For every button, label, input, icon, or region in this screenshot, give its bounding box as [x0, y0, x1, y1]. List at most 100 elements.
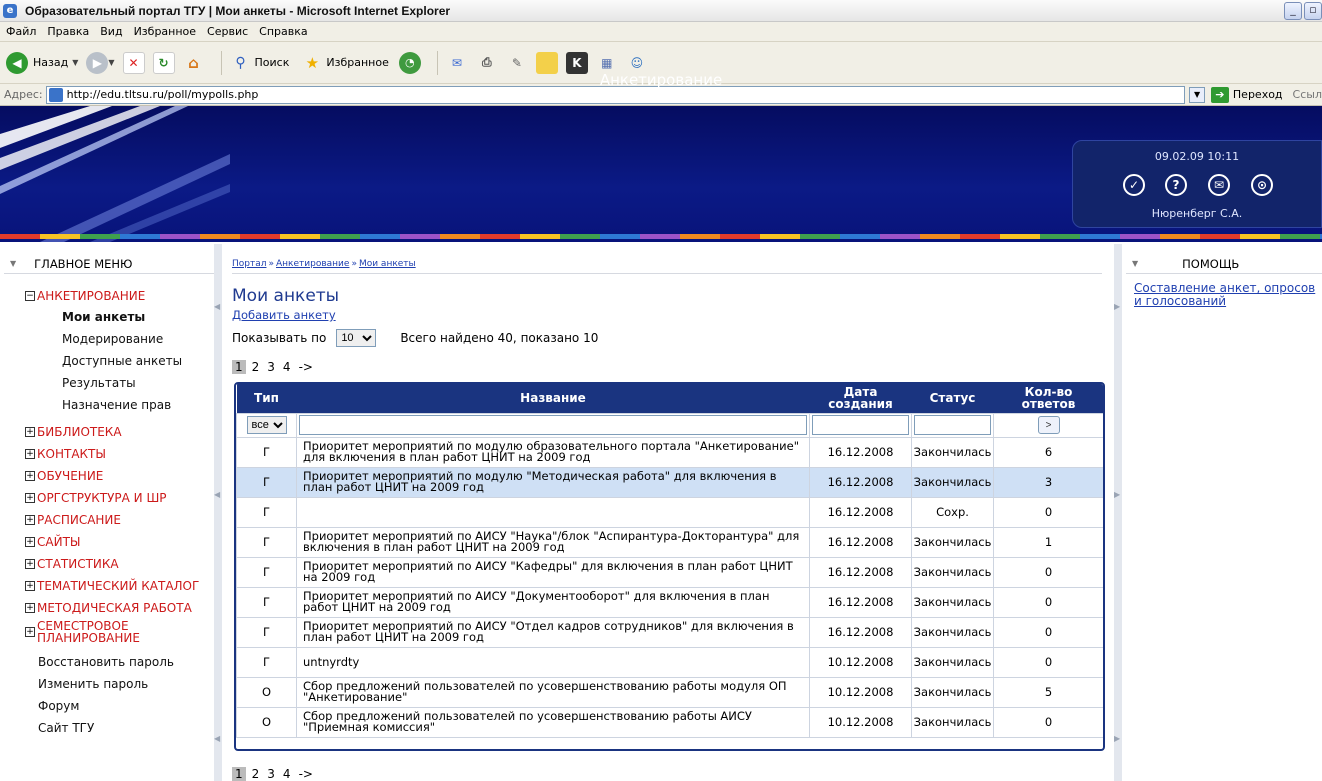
collapse-left-icon[interactable]: ◀	[214, 302, 220, 311]
menu-help[interactable]: Справка	[259, 25, 307, 38]
favorites-button-label[interactable]: Избранное	[326, 56, 388, 69]
lock-icon[interactable]: ⊙	[1251, 174, 1273, 196]
page-next[interactable]: ->	[299, 767, 313, 781]
link-restore-password[interactable]: Восстановить пароль	[38, 655, 174, 669]
table-row[interactable]: Г Приоритет мероприятий по модулю "Метод…	[236, 466, 1103, 498]
row-name[interactable]: Приоритет мероприятий по АИСУ "Отдел кад…	[296, 616, 810, 648]
table-row[interactable]: О Сбор предложений пользователей по усов…	[236, 706, 1103, 738]
expand-box-icon[interactable]: +	[25, 581, 35, 591]
column-created[interactable]: Дата создания	[809, 384, 912, 413]
page-next[interactable]: ->	[299, 360, 313, 374]
expand-box-icon[interactable]: +	[25, 603, 35, 613]
row-name[interactable]: Приоритет мероприятий по модулю "Методич…	[296, 466, 810, 498]
menu-item-moderation[interactable]: Модерирование	[62, 332, 163, 346]
collapse-right-icon[interactable]: ▶	[1114, 302, 1120, 311]
status-filter-input[interactable]	[914, 415, 991, 435]
link-university-site[interactable]: Сайт ТГУ	[38, 721, 94, 735]
table-row[interactable]: Г Приоритет мероприятий по АИСУ "Наука"/…	[236, 526, 1103, 558]
row-name[interactable]: Сбор предложений пользователей по усовер…	[296, 706, 810, 738]
per-page-select[interactable]: 10	[336, 329, 377, 347]
links-label[interactable]: Ссыл	[1293, 88, 1322, 101]
menu-section-schedule[interactable]: + РАСПИСАНИЕ	[25, 513, 121, 527]
link-forum[interactable]: Форум	[38, 699, 79, 713]
menu-item-my-polls[interactable]: Мои анкеты	[62, 310, 145, 324]
table-row[interactable]: Г Приоритет мероприятий по АИСУ "Докумен…	[236, 586, 1103, 618]
help-link-poll-creation[interactable]: Составление анкет, опросов и голосований	[1134, 282, 1322, 308]
page-2[interactable]: 2	[252, 360, 260, 374]
forward-dropdown-icon[interactable]: ▼	[108, 58, 114, 67]
help-icon[interactable]: ?	[1165, 174, 1187, 196]
column-status[interactable]: Статус	[911, 384, 994, 413]
menu-section-polls[interactable]: − АНКЕТИРОВАНИЕ	[25, 289, 145, 303]
collapse-icon[interactable]: ▼	[1132, 259, 1138, 268]
expand-box-icon[interactable]: +	[25, 427, 35, 437]
menu-section-education[interactable]: + ОБУЧЕНИЕ	[25, 469, 103, 483]
breadcrumb-portal[interactable]: Портал	[232, 259, 267, 269]
menu-item-available-polls[interactable]: Доступные анкеты	[62, 354, 182, 368]
menu-favorites[interactable]: Избранное	[134, 25, 196, 38]
menu-item-rights[interactable]: Назначение прав	[62, 398, 171, 412]
page-4[interactable]: 4	[283, 767, 291, 781]
collapse-right-icon[interactable]: ▶	[1114, 734, 1120, 743]
menu-section-semester-planning[interactable]: + СЕМЕСТРОВОЕ ПЛАНИРОВАНИЕ	[25, 620, 140, 644]
column-answers[interactable]: Кол-во ответов	[993, 384, 1103, 413]
expand-box-icon[interactable]: +	[25, 493, 35, 503]
breadcrumb-polls[interactable]: Анкетирование	[276, 259, 349, 269]
mail-icon[interactable]: ✉	[1208, 174, 1230, 196]
row-name[interactable]: Приоритет мероприятий по АИСУ "Наука"/бл…	[296, 526, 810, 558]
help-panel-header[interactable]: ▼ ПОМОЩЬ	[1126, 254, 1322, 274]
page-4[interactable]: 4	[283, 360, 291, 374]
menu-edit[interactable]: Правка	[47, 25, 89, 38]
page-1[interactable]: 1	[232, 767, 246, 781]
menu-section-methodical[interactable]: + МЕТОДИЧЕСКАЯ РАБОТА	[25, 601, 192, 615]
row-name[interactable]	[296, 496, 810, 528]
row-name[interactable]: Приоритет мероприятий по АИСУ "Кафедры" …	[296, 556, 810, 588]
breadcrumb-current[interactable]: Мои анкеты	[359, 259, 416, 269]
left-splitter[interactable]: ◀ ◀ ◀	[214, 244, 222, 781]
menu-view[interactable]: Вид	[100, 25, 122, 38]
link-change-password[interactable]: Изменить пароль	[38, 677, 148, 691]
row-name[interactable]: Приоритет мероприятий по модулю образова…	[296, 436, 810, 468]
expand-box-icon[interactable]: +	[25, 537, 35, 547]
collapse-left-icon[interactable]: ◀	[214, 490, 220, 499]
menu-section-catalog[interactable]: + ТЕМАТИЧЕСКИЙ КАТАЛОГ	[25, 579, 199, 593]
table-row[interactable]: Г untnyrdty 10.12.2008 Закончилась 0	[236, 646, 1103, 678]
collapse-right-icon[interactable]: ▶	[1114, 490, 1120, 499]
name-filter-input[interactable]	[299, 415, 807, 435]
check-icon[interactable]: ✓	[1123, 174, 1145, 196]
search-button-label[interactable]: Поиск	[255, 56, 290, 69]
back-button-label[interactable]: Назад	[33, 56, 68, 69]
collapse-left-icon[interactable]: ◀	[214, 734, 220, 743]
main-menu-header[interactable]: ▼ ГЛАВНОЕ МЕНЮ	[4, 254, 214, 274]
table-row[interactable]: Г 16.12.2008 Сохр. 0	[236, 496, 1103, 528]
row-name[interactable]: Приоритет мероприятий по АИСУ "Документо…	[296, 586, 810, 618]
row-name[interactable]: untnyrdty	[296, 646, 810, 678]
expand-box-icon[interactable]: +	[25, 559, 35, 569]
expand-box-icon[interactable]: +	[25, 515, 35, 525]
page-3[interactable]: 3	[267, 767, 275, 781]
page-3[interactable]: 3	[267, 360, 275, 374]
expand-box-icon[interactable]: +	[25, 627, 35, 637]
page-1[interactable]: 1	[232, 360, 246, 374]
expand-box-icon[interactable]: +	[25, 471, 35, 481]
menu-tools[interactable]: Сервис	[207, 25, 248, 38]
row-name[interactable]: Сбор предложений пользователей по усовер…	[296, 676, 810, 708]
menu-file[interactable]: Файл	[6, 25, 36, 38]
apply-filter-button[interactable]: >	[1037, 416, 1060, 434]
menu-section-statistics[interactable]: + СТАТИСТИКА	[25, 557, 119, 571]
back-dropdown-icon[interactable]: ▼	[72, 58, 78, 67]
maximize-button[interactable]: ▫	[1304, 2, 1322, 20]
menu-section-library[interactable]: + БИБЛИОТЕКА	[25, 425, 122, 439]
menu-item-results[interactable]: Результаты	[62, 376, 136, 390]
page-2[interactable]: 2	[252, 767, 260, 781]
table-row[interactable]: Г Приоритет мероприятий по АИСУ "Отдел к…	[236, 616, 1103, 648]
add-poll-link[interactable]: Добавить анкету	[232, 308, 336, 322]
menu-section-orgstructure[interactable]: + ОРГСТРУКТУРА И ШР	[25, 491, 167, 505]
right-splitter[interactable]: ▶ ▶ ▶	[1114, 244, 1122, 781]
table-row[interactable]: Г Приоритет мероприятий по модулю образо…	[236, 436, 1103, 468]
table-row[interactable]: О Сбор предложений пользователей по усов…	[236, 676, 1103, 708]
expand-box-icon[interactable]: +	[25, 449, 35, 459]
collapse-icon[interactable]: ▼	[10, 259, 16, 268]
type-filter-select[interactable]: все	[246, 416, 287, 434]
minimize-button[interactable]: _	[1284, 2, 1302, 20]
